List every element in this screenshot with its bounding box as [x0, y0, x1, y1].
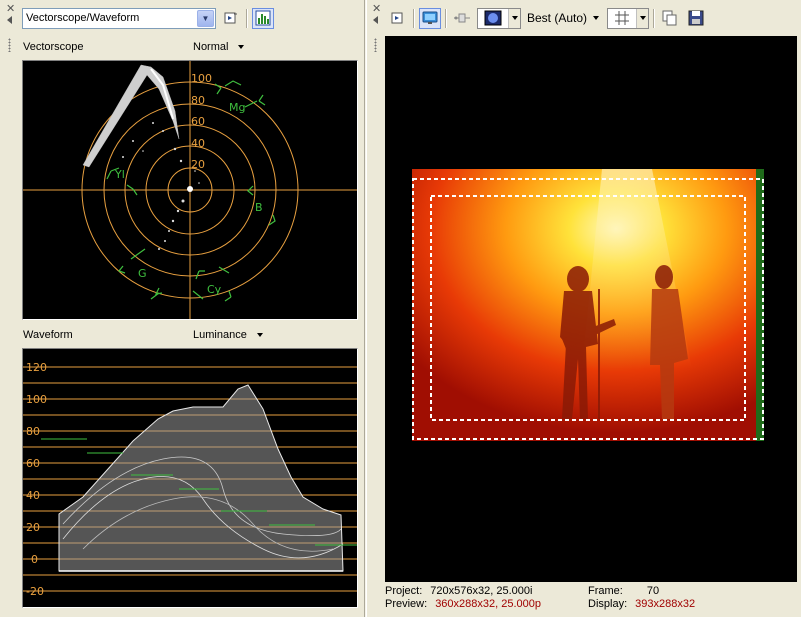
project-info: Project: 720x576x32, 25.000i: [385, 585, 532, 597]
video-preview-area[interactable]: [385, 36, 797, 582]
frame-label: Frame:: [588, 585, 623, 597]
waveform-graph: 120 100 80 60 40 20 0 -20: [23, 361, 357, 598]
grid-dropdown[interactable]: [607, 7, 650, 29]
level-label-20: 20: [26, 521, 40, 534]
split-screen-icon: [454, 13, 470, 23]
vectorscope-display: 100 80 60 40 20 Mg Yl B G Cy: [22, 60, 358, 320]
waveform-trace: [58, 384, 344, 572]
vectorscope-label: Vectorscope: [23, 41, 84, 53]
mg-bracket-b: [258, 94, 266, 106]
panel-side-strip: ✕: [367, 0, 383, 617]
vectorscope-graph: 100 80 60 40 20 Mg Yl B G Cy: [23, 61, 357, 319]
scope-type-value: Vectorscope/Waveform: [26, 12, 140, 24]
close-icon[interactable]: ✕: [372, 3, 381, 14]
waveform-mode-dropdown[interactable]: Luminance: [193, 329, 263, 341]
display-label: Display:: [588, 598, 628, 610]
target-label-mg: Mg: [229, 101, 245, 114]
preview-value: 360x288x32, 25.000p: [435, 598, 542, 610]
waveform-mode-value: Luminance: [193, 329, 247, 341]
display-info: Display: 393x288x32: [588, 598, 695, 610]
cy-bracket-b: [224, 290, 232, 302]
update-scopes-button[interactable]: [252, 7, 274, 29]
vectorscope-mode-dropdown[interactable]: Normal: [193, 41, 245, 53]
display-value: 393x288x32: [635, 598, 696, 610]
target-label-b: B: [255, 201, 263, 214]
video-preview-panel: ✕ Best (Auto) Project: 720x576x32, 25.00…: [367, 0, 801, 617]
grid-icon: [615, 11, 630, 25]
video-scope-settings-button[interactable]: [220, 8, 242, 29]
copy-snapshot-button[interactable]: [659, 8, 681, 29]
histogram-icon: [255, 10, 271, 26]
overlay-icon: [484, 10, 502, 26]
save-snapshot-button[interactable]: [685, 8, 707, 29]
level-label-0: 0: [31, 553, 38, 566]
video-scope-window: ✕ Vectorscope/Waveform ▼ Vectorscope Nor…: [0, 0, 801, 617]
drag-grip-icon[interactable]: [8, 38, 11, 52]
chevron-down-icon: [256, 333, 263, 337]
split-screen-button[interactable]: [451, 8, 473, 29]
external-monitor-button[interactable]: [419, 7, 441, 29]
ring-label-60: 60: [191, 115, 205, 128]
overlays-dropdown[interactable]: [477, 7, 521, 29]
frame-value: 70: [646, 585, 660, 597]
level-label-80: 80: [26, 425, 40, 438]
waveform-label: Waveform: [23, 329, 73, 341]
vectorscope-mode-value: Normal: [193, 41, 229, 53]
preview-toolbar: Best (Auto): [387, 6, 707, 30]
toolbar-separator: [246, 8, 248, 28]
toolbar-separator: [445, 8, 447, 28]
preview-label: Preview:: [385, 598, 428, 610]
target-label-cy: Cy: [207, 283, 222, 296]
ring-label-80: 80: [191, 94, 205, 107]
ring-label-20: 20: [191, 158, 205, 171]
preview-status-bar: Project: 720x576x32, 25.000i Preview: 36…: [385, 584, 797, 614]
preview-info: Preview: 360x288x32, 25.000p: [385, 598, 541, 610]
save-icon: [688, 10, 704, 26]
panel-side-strip: ✕: [0, 0, 18, 617]
chevron-down-icon: [238, 45, 245, 49]
scope-type-select[interactable]: Vectorscope/Waveform ▼: [22, 7, 216, 29]
level-label-40: 40: [26, 489, 40, 502]
waveform-display: 120 100 80 60 40 20 0 -20: [22, 348, 358, 608]
target-label-yl: Yl: [114, 168, 125, 181]
project-value: 720x576x32, 25.000i: [430, 585, 533, 597]
toolbar-separator: [653, 8, 656, 28]
level-label-minus20: -20: [26, 585, 44, 598]
frame-info: Frame: 70: [588, 585, 659, 597]
scopes-toolbar: Vectorscope/Waveform ▼: [22, 6, 274, 30]
chevron-down-icon: [593, 16, 600, 20]
project-label: Project:: [385, 585, 423, 597]
concert-frame-image: [412, 169, 764, 441]
level-label-120: 120: [26, 361, 47, 374]
toolbar-separator: [413, 8, 415, 28]
level-label-60: 60: [26, 457, 40, 470]
close-icon[interactable]: ✕: [6, 3, 15, 14]
level-label-100: 100: [26, 393, 47, 406]
drag-grip-icon[interactable]: [374, 38, 377, 52]
preview-quality-value: Best (Auto): [527, 11, 588, 25]
video-scopes-panel: ✕ Vectorscope/Waveform ▼ Vectorscope Nor…: [0, 0, 364, 617]
target-label-g: G: [138, 267, 147, 280]
preview-quality-dropdown[interactable]: Best (Auto): [527, 11, 600, 25]
ring-label-40: 40: [191, 137, 205, 150]
chevron-down-icon[interactable]: [636, 8, 649, 28]
preview-properties-button[interactable]: [387, 8, 409, 29]
overlays-button[interactable]: [478, 9, 508, 28]
copy-icon: [662, 10, 677, 26]
select-icon: [391, 12, 403, 24]
video-scope-icon: [224, 12, 237, 24]
chevron-down-icon[interactable]: [508, 8, 520, 28]
vectorscope-trace: [82, 64, 200, 250]
grid-button[interactable]: [608, 9, 636, 28]
video-frame: [412, 169, 764, 441]
pin-icon[interactable]: [373, 16, 378, 24]
monitor-icon: [422, 11, 438, 24]
pin-icon[interactable]: [7, 16, 12, 24]
chevron-down-icon[interactable]: ▼: [197, 9, 214, 27]
ring-label-100: 100: [191, 72, 212, 85]
